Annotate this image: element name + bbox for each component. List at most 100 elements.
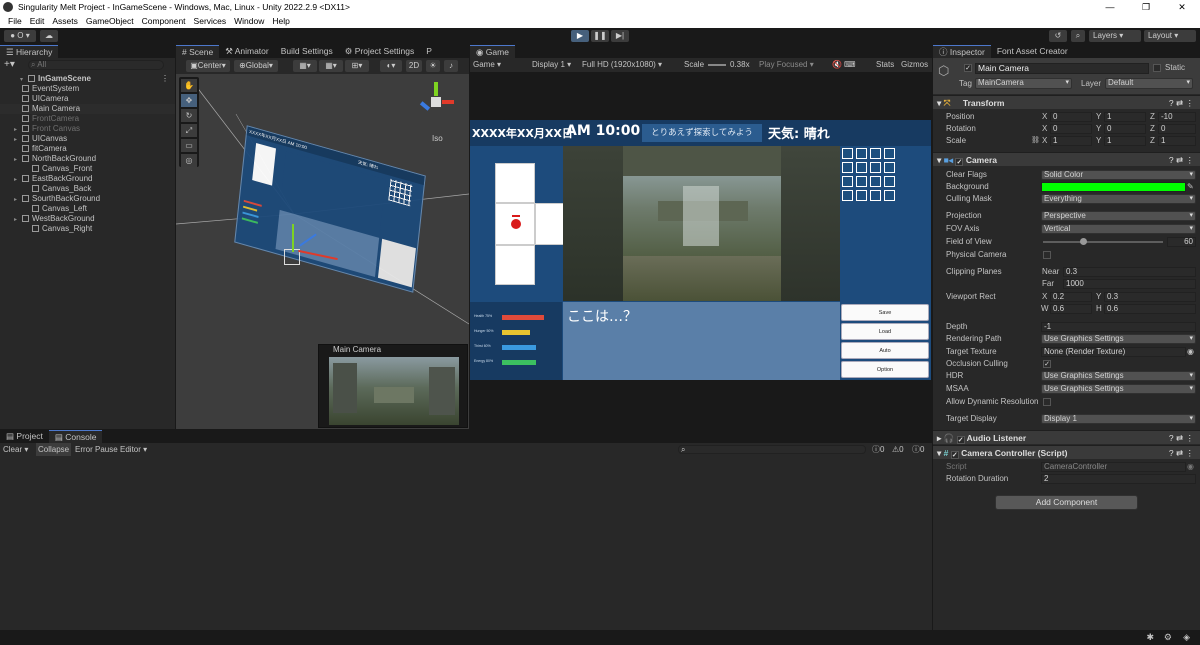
audio-listener-header[interactable]: ▸ 🎧 ✓ Audio Listener ? ⇄ ⋮ <box>933 430 1200 444</box>
lighting-icon[interactable]: ☀ <box>426 60 440 72</box>
add-icon[interactable]: +▾ <box>4 59 15 70</box>
load-button[interactable]: Load <box>841 323 929 340</box>
target-texture-field[interactable]: None (Render Texture) <box>1041 347 1186 357</box>
physical-camera-checkbox[interactable] <box>1043 251 1051 259</box>
tab-project-settings[interactable]: ⚙ Project Settings <box>339 45 421 58</box>
hierarchy-item[interactable]: EventSystem <box>0 84 175 94</box>
inventory-slot[interactable] <box>870 176 881 187</box>
msaa-dropdown[interactable]: Use Graphics Settings <box>1041 384 1196 394</box>
hierarchy-item[interactable]: Canvas_Front <box>0 164 175 174</box>
error-pause-toggle[interactable]: Error Pause <box>75 443 118 456</box>
clear-button[interactable]: Clear ▾ <box>3 443 28 456</box>
editor-dropdown[interactable]: Editor ▾ <box>120 443 147 456</box>
tab-p[interactable]: P <box>420 45 438 58</box>
scale-y[interactable]: 1 <box>1104 136 1146 146</box>
scale-tool-icon[interactable]: ⤢ <box>181 124 197 137</box>
hierarchy-item[interactable]: UICamera <box>0 94 175 104</box>
active-checkbox[interactable]: ✓ <box>964 64 972 72</box>
hdr-dropdown[interactable]: Use Graphics Settings <box>1041 371 1196 381</box>
expand-arrow-icon[interactable]: ▸ <box>14 175 22 185</box>
warning-count[interactable]: ⚠0 <box>892 443 904 456</box>
audio-icon[interactable]: ♪ <box>444 60 458 72</box>
camera-controller-header[interactable]: ▾ # ✓ Camera Controller (Script) ? ⇄ ⋮ <box>933 445 1200 459</box>
layer-dropdown[interactable]: Default <box>1105 78 1193 89</box>
inventory-slot[interactable] <box>870 148 881 159</box>
bug-icon[interactable]: ✱ <box>1146 632 1154 643</box>
hierarchy-item[interactable]: ▸ EastBackGround <box>0 174 175 184</box>
tag-dropdown[interactable]: MainCamera <box>975 78 1072 89</box>
viewport-w[interactable]: 0.6 <box>1050 304 1092 314</box>
game-mode-dropdown[interactable]: Game ▾ <box>473 58 501 72</box>
add-component-button[interactable]: Add Component <box>995 495 1138 510</box>
snap-icon[interactable]: ▦▾ <box>319 60 343 72</box>
fov-slider-track[interactable] <box>1043 241 1163 243</box>
save-button[interactable]: Save <box>841 304 929 321</box>
maximize-button[interactable]: ❐ <box>1128 0 1164 14</box>
collapse-toggle[interactable]: Collapse <box>36 443 72 456</box>
hierarchy-item[interactable]: ▸ UICanvas <box>0 134 175 144</box>
hierarchy-item[interactable]: ▾ InGameScene ⋮ <box>0 74 175 84</box>
play-focused-dropdown[interactable]: Play Focused ▾ <box>759 58 814 72</box>
menu-assets[interactable]: Assets <box>48 14 82 28</box>
eyedropper-icon[interactable]: ✎ <box>1187 181 1194 193</box>
position-y[interactable]: 1 <box>1104 112 1146 122</box>
viewport-h[interactable]: 0.6 <box>1104 304 1196 314</box>
tab-scene[interactable]: # Scene <box>176 45 220 58</box>
menu-edit[interactable]: Edit <box>26 14 49 28</box>
tab-project[interactable]: ▤ Project <box>0 430 49 443</box>
viewport-y[interactable]: 0.3 <box>1104 292 1196 302</box>
gizmos-button[interactable]: Gizmos <box>901 58 928 72</box>
inventory-slot[interactable] <box>884 176 895 187</box>
search-icon[interactable]: ⌕ <box>1071 30 1085 42</box>
hierarchy-item[interactable]: ▸ SourthBackGround <box>0 194 175 204</box>
far-clip-field[interactable]: 1000 <box>1063 279 1196 289</box>
grid-icon[interactable]: ▦▾ <box>293 60 317 72</box>
scale-z[interactable]: 1 <box>1158 136 1196 146</box>
inventory-slot[interactable] <box>842 176 853 187</box>
transform-header[interactable]: ▾ ⤧ Transform ? ⇄ ⋮ <box>933 95 1200 109</box>
layers-dropdown[interactable]: Layers ▾ <box>1089 30 1141 42</box>
tab-inspector[interactable]: ⓘ Inspector <box>933 45 991 58</box>
inventory-slot[interactable] <box>884 190 895 201</box>
rotation-x[interactable]: 0 <box>1050 124 1092 134</box>
hierarchy-item[interactable]: fitCamera <box>0 144 175 154</box>
component-menu-icon[interactable]: ? ⇄ ⋮ <box>1169 96 1194 110</box>
inventory-slot[interactable] <box>870 190 881 201</box>
inventory-slot[interactable] <box>884 148 895 159</box>
object-name-field[interactable]: Main Camera <box>975 63 1149 74</box>
step-button[interactable]: ▶| <box>611 30 629 42</box>
clear-flags-dropdown[interactable]: Solid Color <box>1041 170 1196 180</box>
rotate-tool-icon[interactable]: ↻ <box>181 109 197 122</box>
option-button[interactable]: Option <box>841 361 929 378</box>
orientation-gizmo[interactable] <box>416 82 456 122</box>
progress-icon[interactable]: ⚙ <box>1164 632 1172 643</box>
inventory-slot[interactable] <box>856 190 867 201</box>
hierarchy-item[interactable]: Canvas_Back <box>0 184 175 194</box>
cloud-icon[interactable]: ☁ <box>40 30 58 42</box>
transform-tool-icon[interactable]: ◎ <box>181 154 197 167</box>
menu-help[interactable]: Help <box>268 14 293 28</box>
scale-slider[interactable] <box>708 64 726 66</box>
hierarchy-item[interactable]: ▸ Front Canvas <box>0 124 175 134</box>
depth-field[interactable]: -1 <box>1041 322 1196 332</box>
tab-hierarchy[interactable]: ☰ Hierarchy <box>0 45 59 58</box>
inventory-slot[interactable] <box>884 162 895 173</box>
resolution-dropdown[interactable]: Full HD (1920x1080) ▾ <box>582 58 662 72</box>
inventory-slot[interactable] <box>842 190 853 201</box>
pivot-dropdown[interactable]: ▣Center▾ <box>186 60 230 72</box>
fov-axis-dropdown[interactable]: Vertical <box>1041 224 1196 234</box>
audio-menu-icon[interactable]: ? ⇄ ⋮ <box>1169 431 1194 445</box>
expand-arrow-icon[interactable]: ▾ <box>20 75 28 85</box>
menu-window[interactable]: Window <box>230 14 268 28</box>
camera-enabled-checkbox[interactable]: ✓ <box>955 158 964 166</box>
script-menu-icon[interactable]: ? ⇄ ⋮ <box>1169 446 1194 460</box>
expand-arrow-icon[interactable]: ▸ <box>14 155 22 165</box>
tab-animator[interactable]: ⚒ Animator <box>219 45 275 58</box>
expand-arrow-icon[interactable]: ▸ <box>14 195 22 205</box>
hierarchy-item[interactable]: ▸ WestBackGround <box>0 214 175 224</box>
menu-component[interactable]: Component <box>138 14 190 28</box>
inventory-slot[interactable] <box>842 162 853 173</box>
near-clip-field[interactable]: 0.3 <box>1063 267 1196 277</box>
game-screen[interactable]: XXXX年XX月XX日 AM 10:00 とりあえず探索してみよう 天気: 晴れ <box>470 120 931 380</box>
tab-font-asset-creator[interactable]: Font Asset Creator <box>991 45 1074 58</box>
